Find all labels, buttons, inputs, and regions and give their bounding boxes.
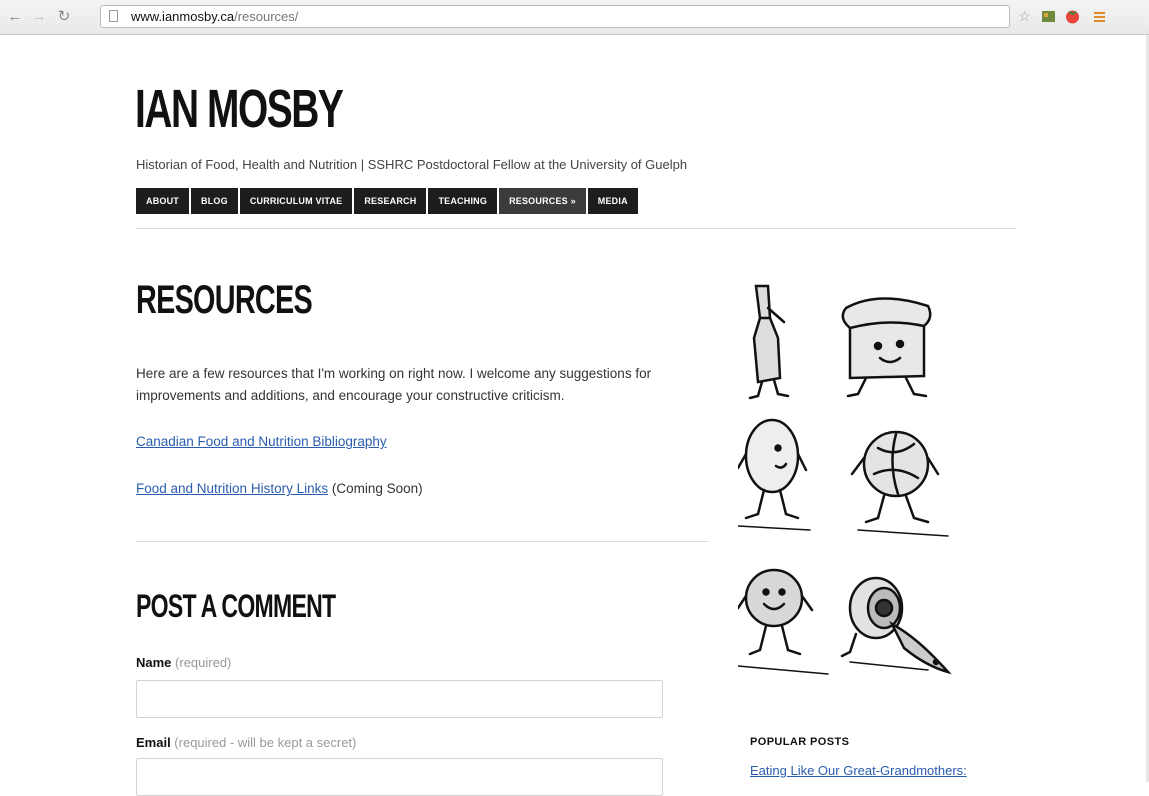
content-divider [136, 541, 709, 542]
bread-character [841, 297, 932, 398]
email-label: Email (required - will be kept a secret) [136, 735, 356, 750]
popular-post-link[interactable]: Eating Like Our Great-Grandmothers: [750, 763, 967, 778]
reload-icon[interactable]: ↻ [55, 8, 73, 26]
orange-character [738, 568, 829, 675]
url-path: /resources/ [234, 9, 299, 24]
nav-media[interactable]: MEDIA [587, 188, 638, 214]
name-field[interactable] [136, 680, 663, 718]
can-fish-character [840, 576, 952, 675]
intro-text: Here are a few resources that I'm workin… [136, 366, 652, 403]
comment-heading: POST A COMMENT [136, 588, 336, 624]
url-text: www.ianmosby.ca/resources/ [131, 9, 298, 25]
popular-posts-heading: POPULAR POSTS [750, 736, 850, 748]
header-divider [136, 228, 1016, 229]
browser-toolbar: ← → ↻ www.ianmosby.ca/resources/ ☆ [0, 0, 1149, 35]
email-label-text: Email [136, 735, 171, 750]
site-title[interactable]: IAN MOSBY [135, 78, 344, 140]
star-icon[interactable]: ☆ [1016, 8, 1033, 25]
name-label-text: Name [136, 655, 172, 670]
name-hint: (required) [171, 655, 232, 670]
nav-curriculum-vitae[interactable]: CURRICULUM VITAE [239, 188, 353, 214]
address-bar[interactable]: www.ianmosby.ca/resources/ [100, 5, 1010, 28]
main-nav: ABOUT BLOG CURRICULUM VITAE RESEARCH TEA… [136, 188, 638, 214]
email-field[interactable] [136, 758, 663, 796]
forward-icon[interactable]: → [30, 8, 48, 26]
milk-bottle-character [748, 284, 790, 400]
egg-character [738, 418, 811, 531]
bibliography-link[interactable]: Canadian Food and Nutrition Bibliography [136, 434, 387, 449]
page-title: RESOURCES [136, 278, 313, 322]
nav-blog[interactable]: BLOG [191, 188, 238, 214]
url-host: www.ianmosby.ca [131, 9, 235, 24]
history-links-link[interactable]: Food and Nutrition History Links [136, 481, 328, 496]
page-icon [109, 10, 118, 22]
extension-icon[interactable] [1040, 8, 1057, 25]
tomato-extension-icon[interactable] [1064, 8, 1081, 25]
menu-icon[interactable] [1091, 8, 1108, 25]
resource-item: Food and Nutrition History Links (Coming… [136, 481, 423, 496]
nav-research[interactable]: RESEARCH [354, 188, 427, 214]
food-characters-illustration [738, 284, 952, 675]
nav-resources[interactable]: RESOURCES » [499, 188, 586, 214]
cabbage-character [850, 430, 949, 537]
back-icon[interactable]: ← [6, 8, 24, 26]
nav-about[interactable]: ABOUT [136, 188, 189, 214]
nav-teaching[interactable]: TEACHING [428, 188, 498, 214]
coming-soon-note: (Coming Soon) [328, 481, 423, 496]
name-label: Name (required) [136, 655, 231, 670]
resource-item: Canadian Food and Nutrition Bibliography [136, 434, 387, 449]
email-hint: (required - will be kept a secret) [170, 735, 357, 750]
site-tagline: Historian of Food, Health and Nutrition … [136, 157, 688, 172]
